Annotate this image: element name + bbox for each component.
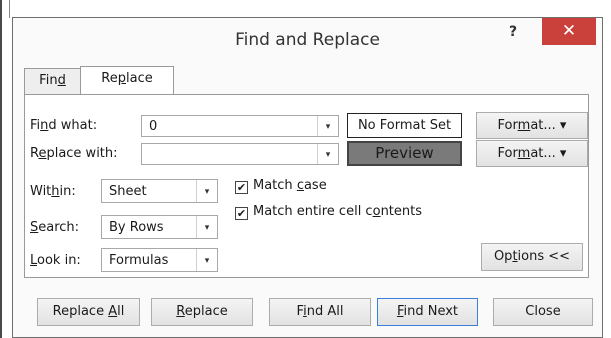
search-value: By Rows	[109, 220, 164, 235]
find-what-input[interactable]: 0 ▾	[141, 115, 339, 137]
replace-button[interactable]: Replace	[151, 298, 253, 326]
within-select[interactable]: Sheet ▾	[101, 179, 218, 203]
tab-replace-label-post: lace	[125, 71, 153, 86]
replace-all-button[interactable]: Replace All	[37, 298, 140, 326]
within-label: Within:	[30, 184, 76, 199]
find-format-status: No Format Set	[347, 113, 462, 138]
within-value: Sheet	[109, 184, 147, 199]
match-entire-cell-checkbox[interactable]: ✔	[235, 207, 248, 220]
tab-replace[interactable]: Replace	[80, 66, 174, 94]
find-format-button[interactable]: Format... ▾	[476, 112, 588, 139]
find-all-button[interactable]: Find All	[269, 298, 371, 326]
chevron-down-icon[interactable]: ▾	[317, 116, 338, 136]
tab-find-label-key: d	[57, 73, 66, 88]
match-entire-cell-label: Match entire cell contents	[253, 204, 423, 219]
replace-with-input[interactable]: ▾	[141, 143, 339, 165]
tab-replace-label-pre: Re	[101, 71, 118, 86]
look-in-select[interactable]: Formulas ▾	[101, 248, 218, 272]
search-select[interactable]: By Rows ▾	[101, 215, 218, 239]
page-edge-bar	[0, 0, 2, 338]
close-icon[interactable]: ✕	[542, 18, 596, 45]
chevron-down-icon[interactable]: ▾	[196, 249, 217, 271]
match-case-checkbox[interactable]: ✔	[235, 181, 248, 194]
find-what-label: Find what:	[30, 118, 98, 133]
replace-format-preview: Preview	[347, 141, 462, 166]
tab-find-label-pre: Fin	[39, 73, 58, 88]
match-case-label: Match case	[253, 178, 327, 193]
tab-replace-label-key: p	[117, 71, 126, 86]
close-button[interactable]: Close	[493, 298, 593, 326]
look-in-value: Formulas	[109, 253, 169, 268]
chevron-down-icon[interactable]: ▾	[196, 180, 217, 202]
options-toggle-button[interactable]: Options <<	[481, 243, 583, 271]
replace-format-button[interactable]: Format... ▾	[476, 140, 588, 167]
divider	[9, 0, 10, 18]
chevron-down-icon: ▾	[559, 146, 567, 161]
chevron-down-icon[interactable]: ▾	[196, 216, 217, 238]
search-label: Search:	[30, 220, 80, 235]
look-in-label: Look in:	[30, 253, 81, 268]
help-icon[interactable]: ?	[509, 24, 517, 40]
find-what-value: 0	[149, 119, 158, 134]
find-replace-dialog: Find and Replace ? ✕ Find Replace Find w…	[12, 17, 603, 338]
chevron-down-icon: ▾	[559, 118, 567, 133]
chevron-down-icon[interactable]: ▾	[317, 144, 338, 164]
replace-with-label: Replace with:	[30, 146, 118, 161]
find-next-button[interactable]: Find Next	[377, 298, 478, 326]
tab-find[interactable]: Find	[24, 68, 81, 94]
